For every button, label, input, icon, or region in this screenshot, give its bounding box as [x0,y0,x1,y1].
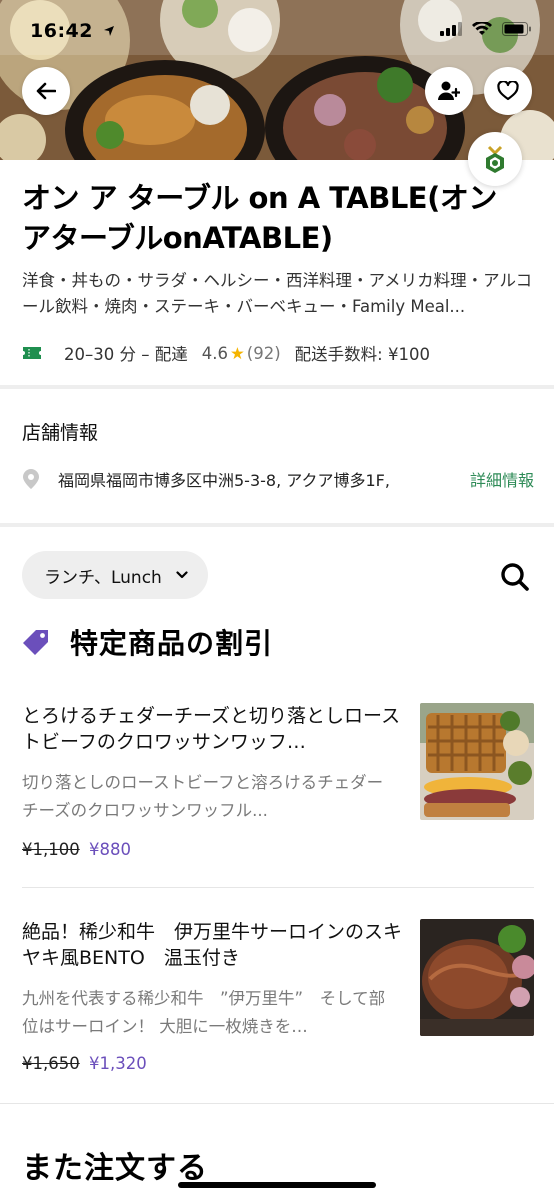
ticket-icon [23,347,41,359]
wifi-icon [472,22,492,35]
signal-icon [440,22,462,36]
original-price: ¥1,100 [22,840,80,859]
add-user-button[interactable] [425,67,473,115]
delivery-fee: 配送手数料: ¥100 [294,345,430,364]
store-info-title: 店舗情報 [22,422,99,444]
heart-icon [497,81,519,101]
menu-item[interactable]: 絶品！稀少和牛 伊万里牛サーロインのスキヤキ風BENTO 温玉付き 九州を代表す… [22,919,534,1084]
store-meta-row: 20–30 分 – 配達 4.6 ★ (92) 配送手数料: ¥100 [22,340,430,366]
discounted-price: ¥880 [88,840,131,859]
arrow-left-icon [36,82,56,100]
rating-count: (92) [246,343,281,363]
add-user-icon [438,81,460,100]
section-divider [0,385,554,389]
menu-item-description: 九州を代表する稀少和牛 ”伊万里牛” そして部位はサーロイン！ 大胆に一枚焼きを… [22,989,386,1036]
status-icons [440,22,532,36]
menu-item-image [420,703,534,820]
section-divider [0,523,554,527]
store-logo [468,132,522,186]
tag-icon [23,630,48,655]
favorite-button[interactable] [484,67,532,115]
location-arrow-icon [104,26,115,36]
location-pin-icon [23,469,39,489]
back-button[interactable] [22,67,70,115]
item-divider [22,887,534,888]
status-bar: 16:42 [0,0,554,60]
reorder-section-title: また注文する [22,1151,208,1186]
search-icon [501,563,529,591]
promo-section-title: 特定商品の割引 [70,627,274,660]
star-icon: ★ [229,343,245,363]
original-price: ¥1,650 [22,1054,80,1073]
home-indicator[interactable] [178,1182,376,1188]
store-logo-icon [486,145,504,173]
store-categories: 洋食・丼もの・サラダ・ヘルシー・西洋料理・アメリカ料理・アルコール飲料・焼肉・ス… [22,271,533,316]
address-row[interactable]: 福岡県福岡市博多区中洲5-3-8, アクア博多1F, 詳細情報 [22,466,534,492]
status-time: 16:42 [30,20,115,42]
section-divider [0,1103,554,1104]
delivery-time: 20–30 分 – 配達 [64,345,188,364]
chevron-down-icon [176,571,188,579]
menu-item-title: 絶品！稀少和牛 伊万里牛サーロインのスキヤキ風BENTO 温玉付き [22,921,403,969]
search-button[interactable] [496,558,534,596]
menu-item[interactable]: とろけるチェダーチーズと切り落としローストビーフのクロワッサンワッフ… 切り落と… [22,703,534,868]
battery-icon [502,22,531,36]
menu-selector-label: ランチ、Lunch [44,567,162,588]
details-link[interactable]: 詳細情報 [470,467,534,491]
discounted-price: ¥1,320 [88,1054,147,1073]
menu-item-title: とろけるチェダーチーズと切り落としローストビーフのクロワッサンワッフ… [22,705,401,753]
menu-selector[interactable]: ランチ、Lunch [22,551,208,599]
promo-section-header: 特定商品の割引 [22,620,273,664]
menu-item-description: 切り落としのローストビーフと溶ろけるチェダーチーズのクロワッサンワッフル... [22,773,384,820]
store-rating: 4.6 [201,343,228,363]
store-name: オン ア ターブル on A TABLE(オンアターブルonATABLE) [22,181,497,255]
store-address: 福岡県福岡市博多区中洲5-3-8, アクア博多1F, [58,471,390,490]
menu-item-image [420,919,534,1036]
menu-item-price: ¥1,650 ¥1,320 [22,1054,147,1073]
menu-item-price: ¥1,100 ¥880 [22,840,131,859]
